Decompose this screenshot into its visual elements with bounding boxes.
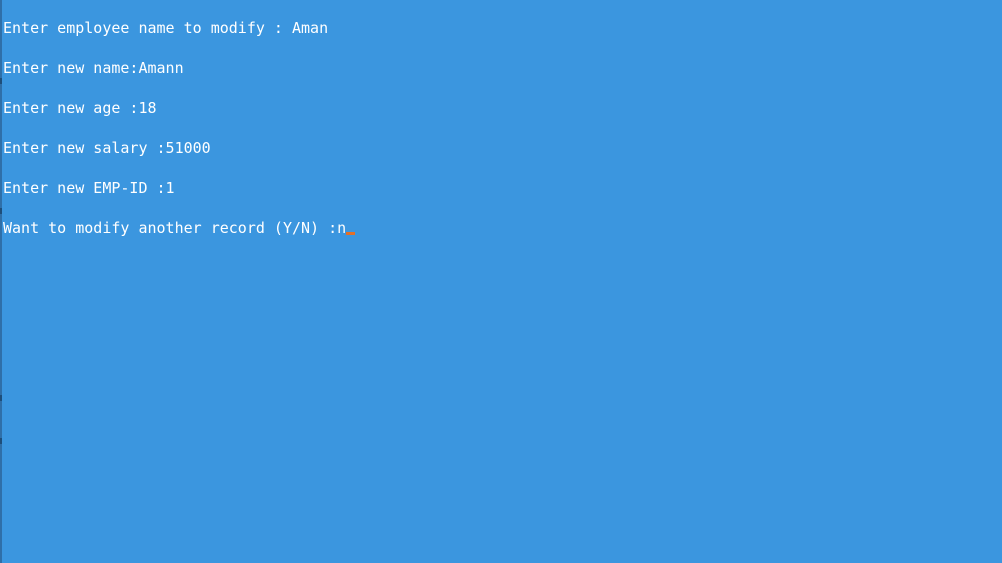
console-output[interactable]: Enter employee name to modify : Aman Ent… [3,18,993,258]
console-line-new-emp-id: Enter new EMP-ID :1 [3,179,175,197]
edge-mark [0,438,2,444]
edge-mark [0,78,2,84]
console-line-new-salary: Enter new salary :51000 [3,139,211,157]
console-line-new-name: Enter new name:Amann [3,59,184,77]
console-line-employee-name: Enter employee name to modify : Aman [3,19,329,37]
console-line-new-age: Enter new age :18 [3,99,157,117]
edge-mark [0,208,2,214]
console-prompt-text: Want to modify another record (Y/N) : [3,219,338,237]
console-prompt-line: Want to modify another record (Y/N) :n [3,218,993,238]
edge-mark [0,395,2,401]
console-input-value[interactable]: n [337,219,346,237]
window-left-edge [0,0,2,563]
text-cursor [346,232,356,235]
